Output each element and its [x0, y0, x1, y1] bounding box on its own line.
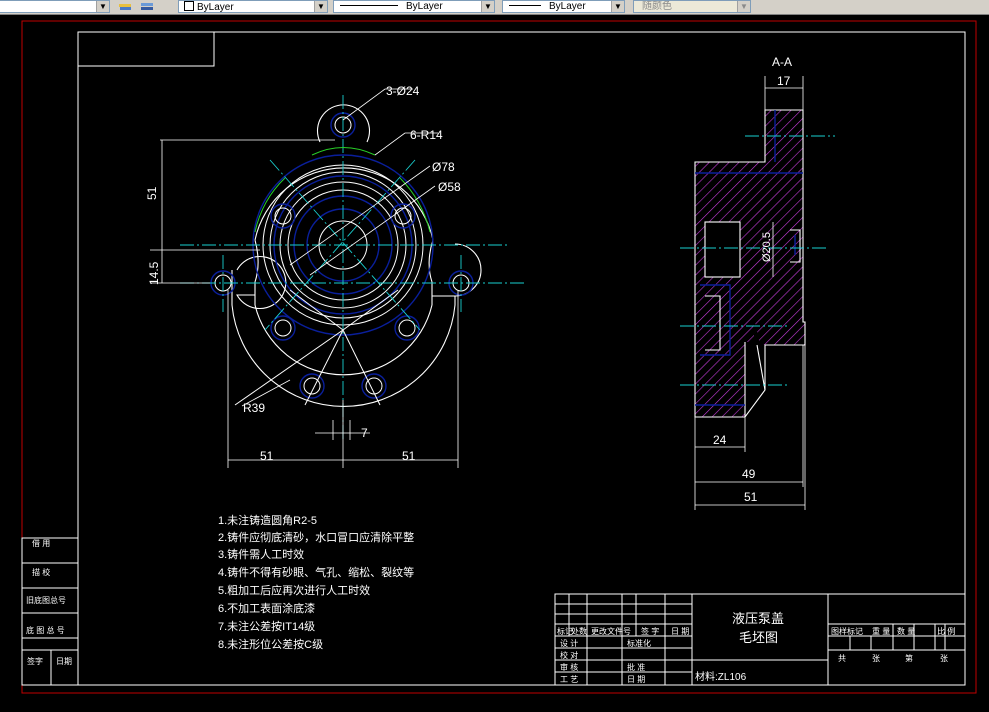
linetype-combo-value: ByLayer: [406, 1, 443, 12]
lineweight-preview-icon: [509, 5, 541, 6]
lineweight-combo-value: ByLayer: [549, 1, 586, 12]
note-3: 3.铸件需人工时效: [218, 547, 304, 561]
color-combo-value: ByLayer: [197, 2, 234, 13]
tb-scale: 比 例: [937, 626, 955, 636]
linetype-preview-icon: [340, 5, 398, 6]
plot-style-value: 随颜色: [642, 1, 672, 12]
tb-page-unit: 张: [940, 654, 948, 663]
lineweight-combo[interactable]: ByLayer ▼: [502, 0, 625, 13]
dim-24: 24: [713, 433, 727, 447]
layer-previous-icon[interactable]: [118, 1, 132, 12]
strip-old-no: 旧底图总号: [26, 595, 66, 605]
tb-design: 设 计: [560, 638, 578, 648]
dim-14-5: 14.5: [147, 261, 161, 285]
tb-check: 校 对: [560, 650, 578, 660]
note-2: 2.铸件应彻底清砂，水口冒口应清除平整: [218, 530, 414, 544]
chevron-down-icon[interactable]: ▼: [96, 1, 109, 12]
dim-51-right: 51: [402, 449, 416, 463]
tb-date: 日 期: [627, 675, 645, 684]
layer-state-combo[interactable]: ▼: [0, 0, 110, 13]
drawing-name: 毛坯图: [739, 630, 778, 645]
strip-borrow: 借 用: [32, 538, 50, 548]
material: 材料:ZL106: [695, 670, 747, 683]
technical-notes: 1.未注铸造圆角R2-5 2.铸件应彻底清砂，水口冒口应清除平整 3.铸件需人工…: [218, 513, 414, 651]
tb-weight: 重 量: [872, 626, 890, 636]
section-label: A-A: [772, 55, 792, 69]
dim-51-left: 51: [260, 449, 274, 463]
tb-change-doc: 更改文件号: [591, 626, 631, 636]
strip-check: 描 校: [32, 567, 50, 577]
dimension-lines: [150, 88, 459, 468]
chevron-down-icon[interactable]: ▼: [314, 1, 327, 12]
code-box: [77, 31, 215, 67]
layer-stack-icon[interactable]: [140, 1, 154, 12]
tb-approve: 批 准: [627, 662, 645, 672]
dim-r39: R39: [243, 401, 265, 415]
dim-49: 49: [742, 467, 756, 481]
color-combo[interactable]: ByLayer ▼: [178, 0, 328, 13]
tb-stage: 图样标记: [831, 626, 863, 636]
drawing-canvas[interactable]: 借 用 描 校 旧底图总号 底 图 总 号 签字 日期 3-Ø24 6-R14 …: [0, 15, 989, 712]
chevron-down-icon[interactable]: ▼: [481, 1, 494, 12]
properties-toolbar: ▼ ByLayer ▼ ByLayer ▼ ByLayer ▼ 随颜色 ▼: [0, 0, 989, 15]
part-name: 液压泵盖: [732, 611, 784, 626]
dim-51-vertical: 51: [145, 186, 159, 200]
chevron-down-icon: ▼: [737, 1, 750, 12]
dim-6-r14: 6-R14: [410, 128, 443, 142]
note-4: 4.铸件不得有砂眼、气孔、缩松、裂纹等: [218, 565, 414, 579]
chevron-down-icon[interactable]: ▼: [611, 1, 624, 12]
note-1: 1.未注铸造圆角R2-5: [218, 513, 317, 527]
drawing-frame: [77, 31, 966, 686]
color-swatch-icon: [184, 1, 194, 11]
section-view[interactable]: A-A 17 Ø20.5 24 49 51: [680, 55, 835, 510]
paper-boundary: [21, 20, 977, 694]
dim-phi58: Ø58: [438, 180, 461, 194]
strip-sign: 签字: [27, 656, 43, 666]
tb-qty-places: 处数: [571, 626, 587, 636]
note-8: 8.未注形位公差按C级: [218, 637, 323, 651]
tb-page: 第: [905, 653, 913, 663]
note-7: 7.未注公差按IT14级: [218, 619, 315, 633]
outline: [231, 104, 482, 407]
dim-17: 17: [777, 74, 791, 88]
tb-standard: 标准化: [627, 638, 651, 648]
dim-7: 7: [361, 426, 368, 440]
dim-3-holes: 3-Ø24: [386, 84, 420, 98]
dim-phi78: Ø78: [432, 160, 455, 174]
plot-style-combo: 随颜色 ▼: [633, 0, 751, 13]
tb-date-col: 日 期: [671, 627, 689, 636]
tb-process: 工 艺: [560, 675, 578, 684]
strip-date: 日期: [56, 657, 72, 666]
tb-signature: 签 字: [641, 626, 659, 636]
linetype-combo[interactable]: ByLayer ▼: [333, 0, 495, 13]
note-5: 5.粗加工后应再次进行人工时效: [218, 583, 370, 597]
strip-base-no: 底 图 总 号: [26, 625, 65, 635]
dim-51-side: 51: [744, 490, 758, 504]
dim-bore: Ø20.5: [761, 232, 773, 262]
note-6: 6.不加工表面涂底漆: [218, 601, 315, 615]
front-view[interactable]: 3-Ø24 6-R14 Ø78 Ø58 51 14.5 R39 7 51 51: [145, 84, 525, 468]
tb-sheets: 张: [872, 654, 880, 663]
tb-review: 审 核: [560, 662, 578, 672]
tb-total: 共: [838, 654, 846, 663]
tb-quantity: 数 量: [897, 626, 915, 636]
